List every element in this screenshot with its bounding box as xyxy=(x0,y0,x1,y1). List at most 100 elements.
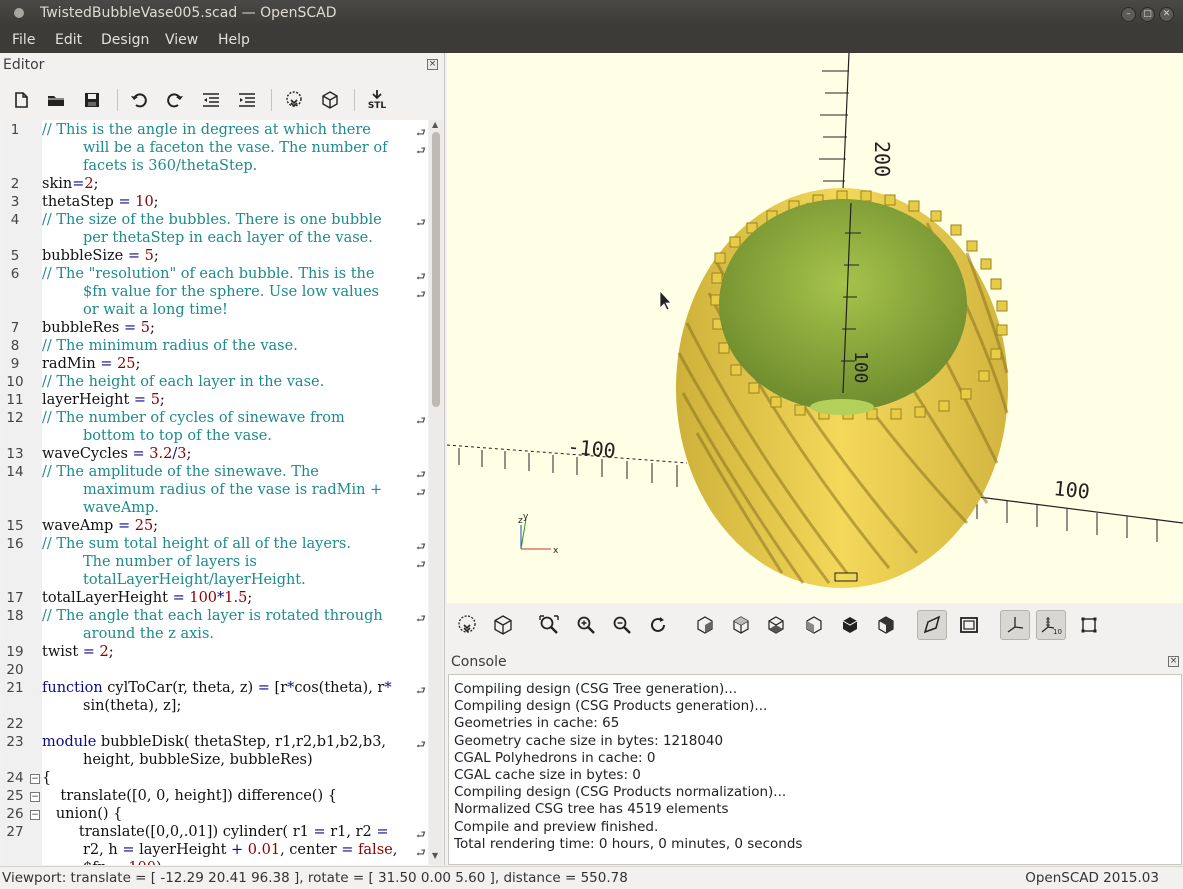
code-line: // The amplitude of the sinewave. The xyxy=(42,464,319,480)
code-line: r2, h = layerHeight + 0.01, center = fal… xyxy=(83,842,397,858)
code-token: // The angle that each layer is rotated … xyxy=(42,608,383,624)
code-line: waveAmp = 25; xyxy=(42,518,158,534)
preview-icon[interactable] xyxy=(452,610,482,640)
show-axes-icon[interactable] xyxy=(1000,610,1030,640)
editor-toolbar: STL xyxy=(0,81,445,117)
code-line: // The height of each layer in the vase. xyxy=(42,374,324,390)
code-token: bubbleDisk( thetaStep, r1,r2,b1,b2,b3, xyxy=(96,734,387,750)
code-token: 25 xyxy=(134,518,154,534)
code-token: bubbleSize xyxy=(42,248,128,264)
view-top-icon[interactable] xyxy=(726,610,756,640)
menu-view[interactable]: View xyxy=(165,32,198,48)
view-front-icon[interactable] xyxy=(835,610,865,640)
window-menu-icon[interactable] xyxy=(14,8,24,18)
code-token: 1.5 xyxy=(224,590,248,606)
title-bar: TwistedBubbleVase005.scad — OpenSCAD – □… xyxy=(0,0,1183,28)
undo-icon[interactable] xyxy=(126,87,152,113)
3d-viewport[interactable]: 200 100 -100 100 x z y xyxy=(447,53,1183,603)
line-number: 21 xyxy=(6,680,24,696)
console-line: Total rendering time: 0 hours, 0 minutes… xyxy=(454,835,803,852)
view-right-icon[interactable] xyxy=(690,610,720,640)
show-scale-icon[interactable]: 10 xyxy=(1036,610,1066,640)
show-edges-icon[interactable] xyxy=(1074,610,1104,640)
perspective-icon[interactable] xyxy=(917,610,947,640)
console-line: CGAL Polyhedrons in cache: 0 xyxy=(454,749,656,766)
code-token: = xyxy=(118,194,131,210)
code-token: = xyxy=(112,860,124,865)
code-line: per thetaStep in each layer of the vase. xyxy=(83,230,373,246)
view-left-icon[interactable] xyxy=(799,610,829,640)
stl-export-icon[interactable]: STL xyxy=(364,87,390,113)
indent-icon[interactable] xyxy=(234,87,260,113)
unindent-icon[interactable] xyxy=(198,87,224,113)
menu-design[interactable]: Design xyxy=(101,32,149,48)
zoom-in-icon[interactable] xyxy=(571,610,601,640)
maximize-button[interactable]: □ xyxy=(1140,7,1155,22)
menu-file[interactable]: File xyxy=(12,32,35,48)
code-editor[interactable]: 1 2 3 4 5 6 7 8 9 10 11 12 13 14 15 16 17 18 19 20 21 22 23 24−… xyxy=(2,120,428,865)
console-title: Console xyxy=(451,654,507,670)
code-token: 2 xyxy=(99,644,109,660)
code-token: radMin xyxy=(42,356,101,372)
status-bar: Viewport: translate = [ -12.29 20.41 96.… xyxy=(0,866,1183,889)
code-token: = xyxy=(313,824,326,840)
minimize-button[interactable]: – xyxy=(1121,7,1136,22)
code-token: ; xyxy=(108,644,114,660)
reset-view-icon[interactable] xyxy=(643,610,673,640)
code-token: 25 xyxy=(117,356,136,372)
code-token: ; xyxy=(135,356,141,372)
wrap-indicator-icon: ⮐ xyxy=(416,558,426,571)
code-token: = xyxy=(257,680,270,696)
axis-label-neg100: -100 xyxy=(566,434,616,463)
scrollbar-thumb[interactable] xyxy=(432,132,440,407)
code-line: $fn = 100); xyxy=(83,860,167,865)
editor-scrollbar[interactable]: ▲ ▼ xyxy=(429,120,443,865)
code-token: facets is 360/thetaStep. xyxy=(83,158,258,174)
view-back-icon[interactable] xyxy=(871,610,901,640)
code-token: = xyxy=(123,320,137,336)
menu-help[interactable]: Help xyxy=(218,32,250,48)
code-token: will be a faceton the vase. The number o… xyxy=(83,140,388,156)
save-icon[interactable] xyxy=(79,87,105,113)
code-token: waveCycles xyxy=(42,446,133,462)
open-icon[interactable] xyxy=(43,87,69,113)
code-line: // The size of the bubbles. There is one… xyxy=(42,212,382,228)
view-bottom-icon[interactable] xyxy=(761,610,791,640)
line-number: 23 xyxy=(6,734,24,750)
render-icon[interactable] xyxy=(317,87,343,113)
zoom-out-icon[interactable] xyxy=(607,610,637,640)
fold-toggle-icon[interactable]: − xyxy=(30,774,40,784)
line-number: 17 xyxy=(6,590,24,606)
editor-close-icon[interactable]: × xyxy=(427,59,438,70)
render-icon[interactable] xyxy=(488,610,518,640)
console-line: Compiling design (CSG Tree generation)..… xyxy=(454,681,738,697)
code-line: // The number of cycles of sinewave from xyxy=(42,410,345,426)
code-line: $fn value for the sphere. Use low values xyxy=(83,284,379,300)
view-all-icon[interactable] xyxy=(534,610,564,640)
fold-toggle-icon[interactable]: − xyxy=(30,792,40,802)
axes-gizmo: x z y xyxy=(518,512,559,556)
console-close-icon[interactable]: × xyxy=(1168,656,1179,667)
axis-label-100: 100 xyxy=(1052,476,1090,504)
code-line: skin=2; xyxy=(42,176,99,192)
wrap-indicator-icon: ⮐ xyxy=(416,468,426,481)
code-token: translate([0,0,.01]) cylinder( r1 xyxy=(42,824,314,840)
redo-icon[interactable] xyxy=(162,87,188,113)
gizmo-y-label: y xyxy=(523,512,529,522)
code-token: layerHeight xyxy=(134,842,231,858)
wrap-indicator-icon: ⮐ xyxy=(416,414,426,427)
line-number: 13 xyxy=(6,446,24,462)
menu-edit[interactable]: Edit xyxy=(55,32,82,48)
wrap-indicator-icon: ⮐ xyxy=(416,846,426,859)
new-icon[interactable] xyxy=(8,87,34,113)
z-axis-ticks xyxy=(819,70,849,202)
console-line: Geometries in cache: 65 xyxy=(454,715,620,732)
close-button[interactable]: ✕ xyxy=(1159,7,1174,22)
code-line: union() { xyxy=(42,806,123,822)
orthogonal-icon[interactable] xyxy=(954,610,984,640)
line-number: 10 xyxy=(6,374,24,390)
preview-icon[interactable] xyxy=(281,87,307,113)
fold-toggle-icon[interactable]: − xyxy=(30,810,40,820)
code-token: 0.01 xyxy=(247,842,281,858)
console-output[interactable]: Compiling design (CSG Tree generation)..… xyxy=(448,674,1182,865)
